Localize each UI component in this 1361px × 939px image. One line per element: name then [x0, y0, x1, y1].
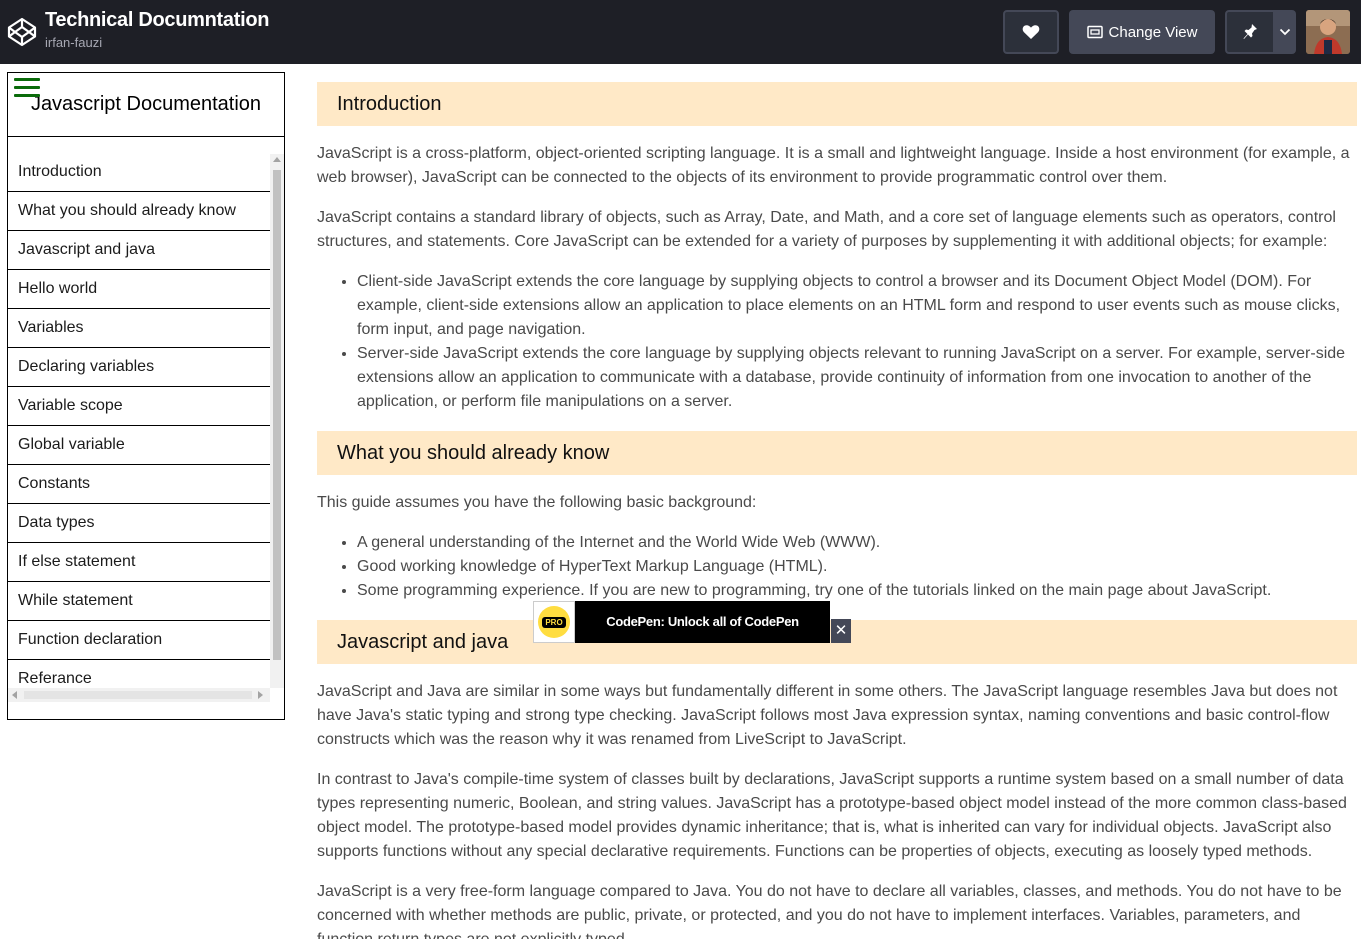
user-avatar[interactable]: [1306, 10, 1350, 54]
toast-message[interactable]: CodePen: Unlock all of CodePen: [575, 601, 830, 643]
main-doc: Introduction JavaScript is a cross-platf…: [317, 82, 1357, 939]
heart-icon: [1022, 25, 1040, 39]
chevron-down-icon: [1279, 28, 1291, 36]
nav-header: Javascript Documentation: [8, 73, 284, 137]
pin-button[interactable]: [1225, 10, 1275, 54]
nav-horizontal-scrollbar[interactable]: [8, 688, 270, 702]
codepen-header: Technical Documntation irfan-fauzi Chang…: [0, 0, 1361, 64]
section-what-you-should-already-know: What you should already know This guide …: [317, 431, 1357, 603]
nav-link-variables[interactable]: Variables: [8, 309, 270, 348]
pro-badge-icon: PRO: [533, 601, 575, 643]
list-item: A general understanding of the Internet …: [357, 531, 1357, 555]
paragraph: JavaScript is a cross-platform, object-o…: [317, 145, 1350, 186]
navbar: Javascript Documentation Introduction Wh…: [7, 72, 285, 720]
list-item: Some programming experience. If you are …: [357, 579, 1357, 603]
nav-link-data-types[interactable]: Data types: [8, 504, 270, 543]
pen-author[interactable]: irfan-fauzi: [45, 35, 102, 50]
change-view-button[interactable]: Change View: [1069, 10, 1215, 54]
nav-link-if-else-statement[interactable]: If else statement: [8, 543, 270, 582]
paragraph: In contrast to Java's compile-time syste…: [317, 771, 1347, 860]
nav-link-declaring-variables[interactable]: Declaring variables: [8, 348, 270, 387]
nav-link-what-you-should-already-know[interactable]: What you should already know: [8, 192, 270, 231]
nav-link-variable-scope[interactable]: Variable scope: [8, 387, 270, 426]
layout-icon: [1086, 25, 1103, 39]
section-heading: What you should already know: [317, 431, 1357, 475]
scroll-up-arrow-icon[interactable]: [273, 157, 281, 162]
nav-link-function-declaration[interactable]: Function declaration: [8, 621, 270, 660]
nav-list: Introduction What you should already kno…: [8, 153, 270, 688]
bullet-list: A general understanding of the Internet …: [317, 531, 1357, 603]
pin-icon: [1243, 24, 1257, 39]
scrollbar-thumb[interactable]: [273, 170, 281, 660]
list-item: Client-side JavaScript extends the core …: [357, 270, 1357, 342]
pin-dropdown-button[interactable]: [1274, 10, 1296, 54]
like-button[interactable]: [1003, 10, 1059, 54]
paragraph: JavaScript and Java are similar in some …: [317, 683, 1338, 748]
nav-link-javascript-and-java[interactable]: Javascript and java: [8, 231, 270, 270]
bullet-list: Client-side JavaScript extends the core …: [317, 270, 1357, 414]
scrollbar-thumb[interactable]: [24, 691, 252, 699]
hamburger-icon[interactable]: [14, 78, 40, 98]
list-item: Good working knowledge of HyperText Mark…: [357, 555, 1357, 579]
section-heading: Introduction: [317, 82, 1357, 126]
paragraph: JavaScript contains a standard library o…: [317, 209, 1336, 250]
pro-badge-label: PRO: [542, 616, 566, 628]
section-introduction: Introduction JavaScript is a cross-platf…: [317, 82, 1357, 414]
scroll-left-arrow-icon[interactable]: [12, 691, 17, 699]
nav-vertical-scrollbar[interactable]: [270, 154, 284, 688]
nav-link-hello-world[interactable]: Hello world: [8, 270, 270, 309]
close-icon[interactable]: ✕: [831, 619, 851, 643]
nav-link-global-variable[interactable]: Global variable: [8, 426, 270, 465]
nav-link-while-statement[interactable]: While statement: [8, 582, 270, 621]
scroll-right-arrow-icon[interactable]: [258, 691, 263, 699]
nav-link-constants[interactable]: Constants: [8, 465, 270, 504]
pro-toast[interactable]: PRO CodePen: Unlock all of CodePen ✕: [533, 601, 851, 643]
nav-title: Javascript Documentation: [30, 93, 262, 115]
pen-title[interactable]: Technical Documntation: [45, 9, 269, 32]
codepen-logo-icon[interactable]: [6, 16, 38, 48]
paragraph: This guide assumes you have the followin…: [317, 494, 757, 511]
section-javascript-and-java: Javascript and java JavaScript and Java …: [317, 620, 1357, 939]
paragraph: JavaScript is a very free-form language …: [317, 883, 1342, 939]
nav-link-introduction[interactable]: Introduction: [8, 153, 270, 192]
change-view-label: Change View: [1108, 23, 1198, 41]
nav-link-referance[interactable]: Referance: [8, 660, 270, 688]
list-item: Server-side JavaScript extends the core …: [357, 342, 1357, 414]
